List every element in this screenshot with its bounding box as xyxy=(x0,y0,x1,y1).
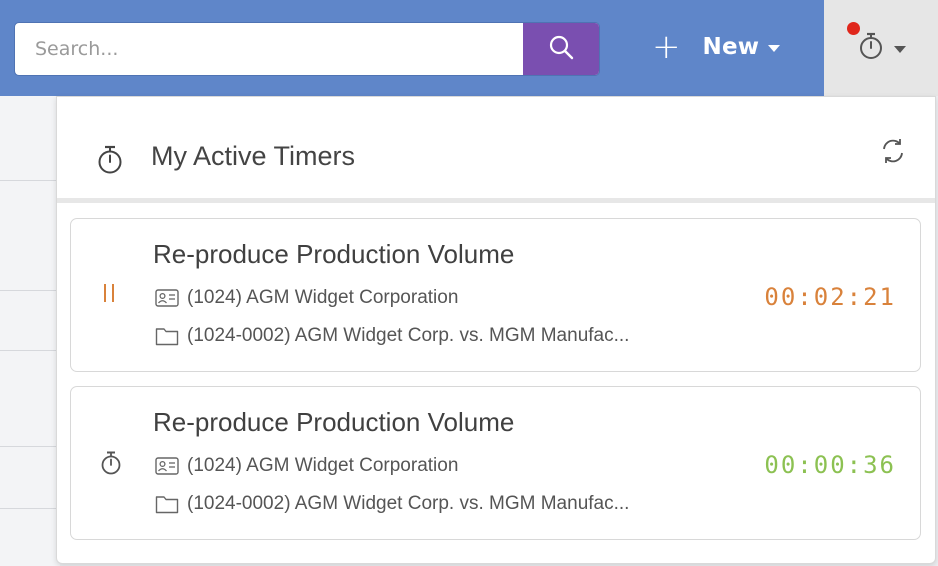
timer-card[interactable]: Re-produce Production Volume (1024) AGM … xyxy=(70,218,921,372)
folder-icon xyxy=(155,326,179,346)
divider xyxy=(0,290,60,291)
search-button[interactable] xyxy=(523,23,599,75)
stopwatch-icon[interactable] xyxy=(99,449,123,481)
notification-badge xyxy=(847,22,860,35)
timer-title: Re-produce Production Volume xyxy=(153,239,515,269)
contact-card-icon xyxy=(155,289,179,307)
active-timers-dropdown: My Active Timers Re-produce Production V… xyxy=(56,96,936,564)
timers-menu-button[interactable] xyxy=(824,0,938,96)
refresh-icon[interactable] xyxy=(879,137,907,169)
search-box xyxy=(14,22,600,76)
top-bar: + New xyxy=(0,0,938,96)
timer-matter-label: (1024-0002) AGM Widget Corp. vs. MGM Man… xyxy=(187,325,630,346)
divider xyxy=(0,446,60,447)
timer-client: (1024) AGM Widget Corporation xyxy=(155,287,458,309)
timer-matter: (1024-0002) AGM Widget Corp. vs. MGM Man… xyxy=(155,493,629,515)
chevron-down-icon xyxy=(768,45,781,52)
timer-client-label: (1024) AGM Widget Corporation xyxy=(187,455,459,476)
stopwatch-icon xyxy=(95,143,125,179)
timer-client: (1024) AGM Widget Corporation xyxy=(155,455,458,477)
new-button-label: New xyxy=(702,34,760,60)
background-page xyxy=(0,96,60,566)
timer-elapsed: 00:02:21 xyxy=(764,283,896,311)
divider xyxy=(0,508,60,509)
new-button[interactable]: + New xyxy=(652,22,781,72)
panel-title: My Active Timers xyxy=(151,141,356,171)
stopwatch-icon xyxy=(857,31,885,65)
timer-card[interactable]: Re-produce Production Volume (1024) AGM … xyxy=(70,386,921,540)
timer-title: Re-produce Production Volume xyxy=(153,407,515,437)
timer-client-label: (1024) AGM Widget Corporation xyxy=(187,287,459,308)
folder-icon xyxy=(155,494,179,514)
contact-card-icon xyxy=(155,457,179,475)
divider xyxy=(0,350,60,351)
plus-icon: + xyxy=(652,27,681,67)
divider xyxy=(0,180,60,181)
timer-elapsed: 00:00:36 xyxy=(764,451,896,479)
timer-matter: (1024-0002) AGM Widget Corp. vs. MGM Man… xyxy=(155,325,629,347)
timer-matter-label: (1024-0002) AGM Widget Corp. vs. MGM Man… xyxy=(187,493,630,514)
chevron-down-icon xyxy=(893,46,906,53)
pause-icon[interactable] xyxy=(99,281,119,309)
panel-header: My Active Timers xyxy=(57,97,935,203)
search-icon xyxy=(548,34,574,64)
search-input[interactable] xyxy=(15,23,523,75)
